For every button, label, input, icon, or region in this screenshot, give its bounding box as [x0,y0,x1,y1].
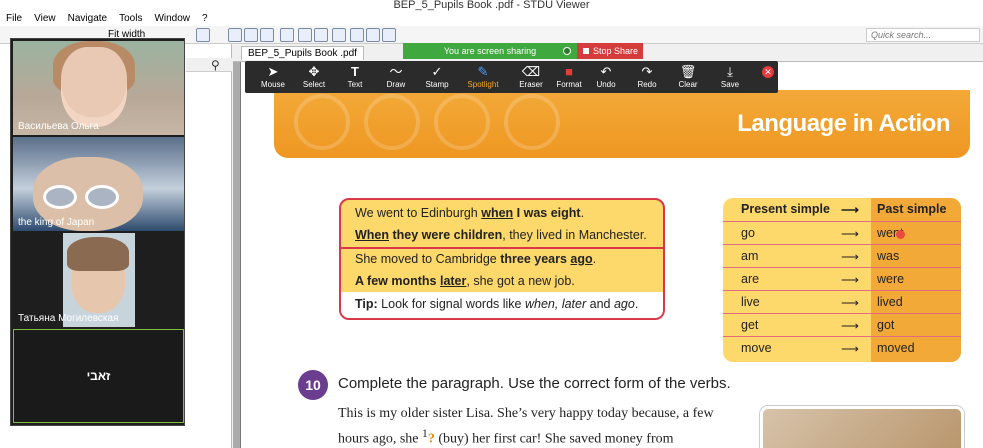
grammar-box: We went to Edinburgh when I was eight. W… [339,198,665,320]
grammar-line: When they were children, they lived in M… [355,228,647,242]
video-feed [67,237,129,271]
spotlight-icon: ✎ [477,64,489,79]
window-title: BEP_5_Pupils Book .pdf - STDU Viewer [0,0,983,12]
next-view-icon[interactable] [366,28,380,42]
globe-decoration-icon [364,94,420,150]
spotlight-pointer [896,230,905,239]
participant-name: Татьяна Могилевская [18,313,119,324]
video-feed [61,47,127,127]
thumbnails-icon[interactable] [314,28,328,42]
participant-tile[interactable]: Татьяна Могилевская [13,233,184,327]
tab-pupils-book[interactable]: BEP_5_Pupils Book .pdf [241,46,364,60]
participant-name: Васильева Ольга [18,121,99,132]
trash-icon: 🗑 [679,64,697,79]
participant-tile[interactable]: the king of Japan [13,137,184,231]
video-feed [43,185,77,209]
prev-view-icon[interactable] [350,28,364,42]
stop-share-button[interactable]: Stop Share [577,43,643,59]
photo [760,406,964,448]
tool-stamp[interactable]: ✓ Stamp [413,64,461,89]
globe-decoration-icon [504,94,560,150]
screen-sharing-banner: You are screen sharing [403,43,577,59]
participant-name: זאבי [86,369,111,383]
sidebar-header [186,58,232,72]
blank-marker-icon: ? [427,431,435,447]
exercise-title: Complete the paragraph. Use the correct … [338,375,731,392]
table-row: am ⟶ was [723,244,961,267]
participant-tile[interactable]: Васильева Ольга [13,41,184,135]
stamp-icon: ✓ [431,64,443,79]
menu-navigate[interactable]: Navigate [62,12,113,26]
menu-tools[interactable]: Tools [113,12,148,26]
fit-page-icon[interactable] [244,28,258,42]
tip-text: Tip: Look for signal words like when, la… [355,297,639,311]
document-page[interactable]: Language in Action We went to Edinburgh … [270,62,983,448]
table-row: get ⟶ got [723,313,961,336]
globe-decoration-icon [434,94,490,150]
participant-name: the king of Japan [18,217,95,228]
page-title: Language in Action [737,110,950,137]
page-gutter [240,62,270,448]
grammar-line: We went to Edinburgh when I was eight. [355,206,585,220]
annotation-toolbar: ➤ Mouse ✥ Select T Text 〜 Draw ✓ Stamp ✎ Spotl… [245,61,778,93]
snapshot-icon[interactable] [298,28,312,42]
close-annotation-icon[interactable]: ✕ [762,66,774,78]
exercise-paragraph: This is my older sister Lisa. She’s very… [338,406,714,447]
table-row: are ⟶ were [723,267,961,290]
binoculars-icon[interactable]: ⚲ [211,58,220,72]
menu-help[interactable]: ? [196,12,214,26]
save-icon: ⤓ [727,64,733,79]
grammar-line: She moved to Cambridge three years ago. [355,252,597,266]
grammar-line: A few months later, she got a new job. [355,274,575,288]
table-row: go ⟶ went [723,221,961,244]
table-row: move ⟶ moved [723,336,961,359]
menu-view[interactable]: View [28,12,62,26]
shield-icon [563,47,571,55]
table-header: Present simple ⟶ Past simple [741,202,947,217]
tense-table: Present simple ⟶ Past simple go ⟶ went am ⟶… [723,198,961,362]
menu-bar: File View Navigate Tools Window ? [0,12,983,26]
tool-save[interactable]: ⤓ Save [706,64,754,89]
zoom-in-icon[interactable] [196,28,210,42]
fit-height-icon[interactable] [260,28,274,42]
menu-file[interactable]: File [0,12,28,26]
hand-tool-icon[interactable] [280,28,294,42]
tip-area: Tip: Look for signal words like when, la… [341,292,663,318]
tool-clear[interactable]: 🗑 Clear [664,64,712,89]
globe-decoration-icon [294,94,350,150]
refresh-icon[interactable] [382,28,396,42]
find-icon[interactable] [332,28,346,42]
divider [341,247,663,249]
table-row: live ⟶ lived [723,290,961,313]
video-feed [85,185,119,209]
exercise-number: 10 [298,370,328,400]
video-panel[interactable]: Васильева Ольга the king of Japan Татьян… [10,38,185,426]
pan-icon[interactable] [228,28,242,42]
quick-search-input[interactable]: Quick search... [866,28,980,42]
menu-window[interactable]: Window [148,12,196,26]
tool-spotlight[interactable]: ✎ Spotlight [459,64,507,89]
participant-tile-active[interactable]: זאבי [13,329,184,423]
section-banner: Language in Action [274,90,970,158]
